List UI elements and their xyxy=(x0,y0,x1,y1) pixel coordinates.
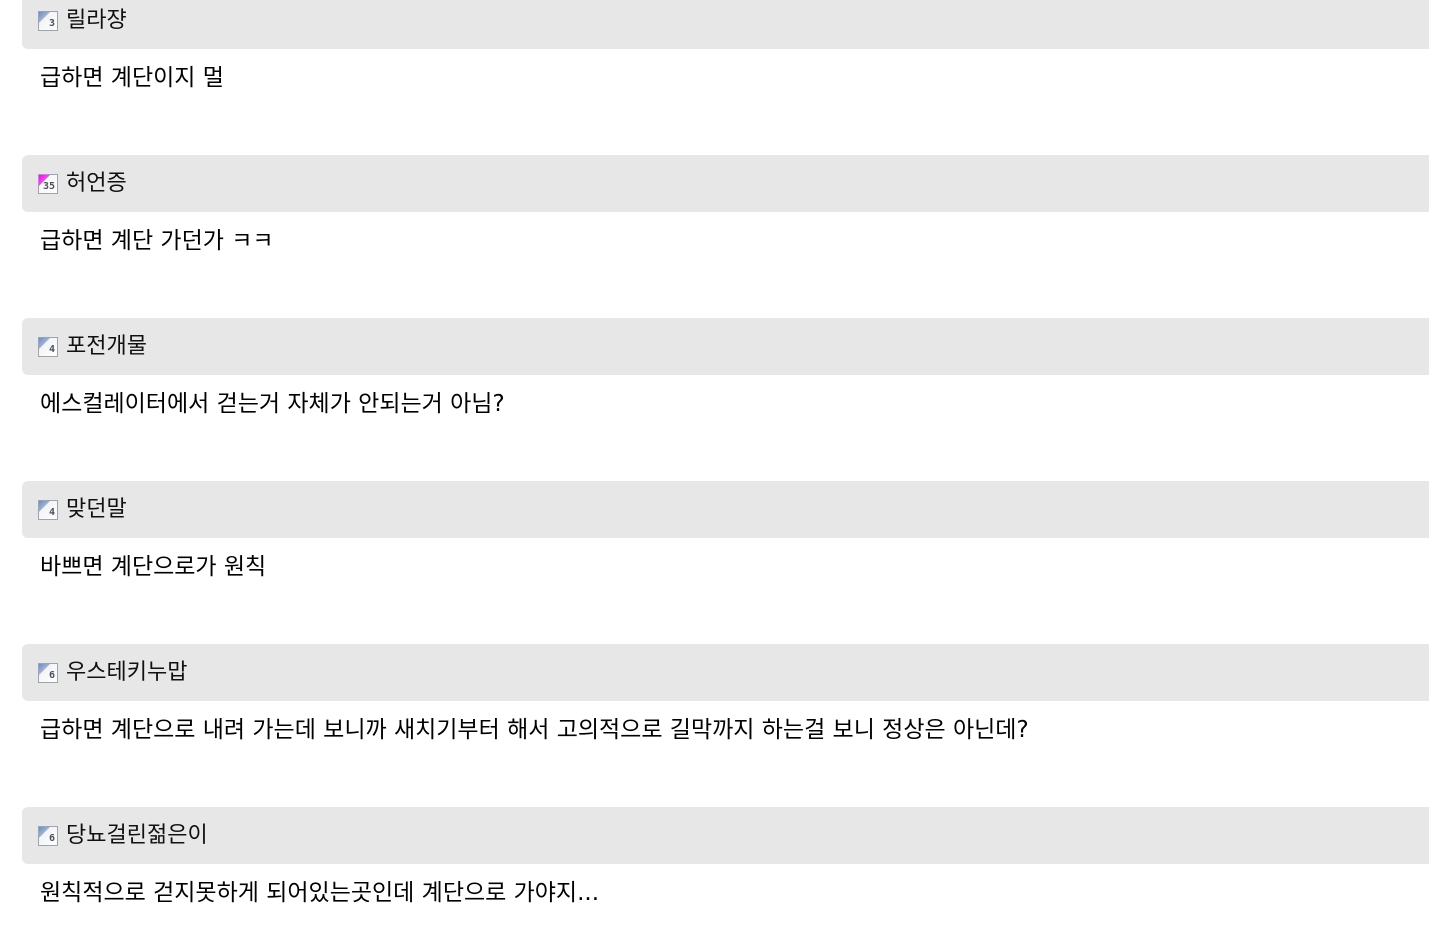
level-number: 4 xyxy=(48,343,55,355)
comment-header: 4 포전개물 xyxy=(22,318,1429,375)
nickname[interactable]: 릴라쟝 xyxy=(66,9,127,32)
level-number: 6 xyxy=(48,669,55,681)
comment-text: 바쁘면 계단으로가 원칙 xyxy=(40,554,267,580)
comment-item: 4 맞던말 바쁘면 계단으로가 원칙 xyxy=(22,481,1429,582)
comment-item: 3 릴라쟝 급하면 계단이지 멀 xyxy=(22,0,1429,93)
level-number: 3 xyxy=(48,17,55,29)
level-badge-icon: 4 xyxy=(38,336,58,357)
level-badge-icon: 6 xyxy=(38,825,58,846)
comment-item: 6 당뇨걸린젊은이 원칙적으로 걷지못하게 되어있는곳인데 계단으로 가야지..… xyxy=(22,807,1429,908)
level-badge-icon: 3 xyxy=(38,10,58,31)
comment-text: 급하면 계단으로 내려 가는데 보니까 새치기부터 해서 고의적으로 길막까지 … xyxy=(40,717,1029,743)
comment-header: 6 우스테키누맙 xyxy=(22,644,1429,701)
comment-header: 35 허언증 xyxy=(22,155,1429,212)
level-badge-icon: 35 xyxy=(38,173,58,194)
nickname[interactable]: 허언증 xyxy=(66,172,127,195)
comment-text: 급하면 계단이지 멀 xyxy=(40,65,224,91)
level-number: 35 xyxy=(42,180,55,192)
comment-header: 6 당뇨걸린젊은이 xyxy=(22,807,1429,864)
level-number: 6 xyxy=(48,832,55,844)
comment-item: 35 허언증 급하면 계단 가던가 ㅋㅋ xyxy=(22,155,1429,256)
level-badge-icon: 6 xyxy=(38,662,58,683)
nickname[interactable]: 당뇨걸린젊은이 xyxy=(66,824,208,847)
comment-header: 4 맞던말 xyxy=(22,481,1429,538)
level-number: 4 xyxy=(48,506,55,518)
comment-text: 급하면 계단 가던가 ㅋㅋ xyxy=(40,228,274,254)
nickname[interactable]: 포전개물 xyxy=(66,335,147,358)
nickname[interactable]: 맞던말 xyxy=(66,498,127,521)
comment-text: 원칙적으로 걷지못하게 되어있는곳인데 계단으로 가야지... xyxy=(40,880,600,906)
comment-text: 에스컬레이터에서 걷는거 자체가 안되는거 아님? xyxy=(40,391,505,417)
comment-item: 6 우스테키누맙 급하면 계단으로 내려 가는데 보니까 새치기부터 해서 고의… xyxy=(22,644,1429,745)
comment-item: 4 포전개물 에스컬레이터에서 걷는거 자체가 안되는거 아님? xyxy=(22,318,1429,419)
level-badge-icon: 4 xyxy=(38,499,58,520)
comment-header: 3 릴라쟝 xyxy=(22,0,1429,49)
comment-list: 3 릴라쟝 급하면 계단이지 멀 35 허언증 급하면 계단 가던가 ㅋㅋ 4 … xyxy=(0,0,1429,939)
nickname[interactable]: 우스테키누맙 xyxy=(66,661,187,684)
